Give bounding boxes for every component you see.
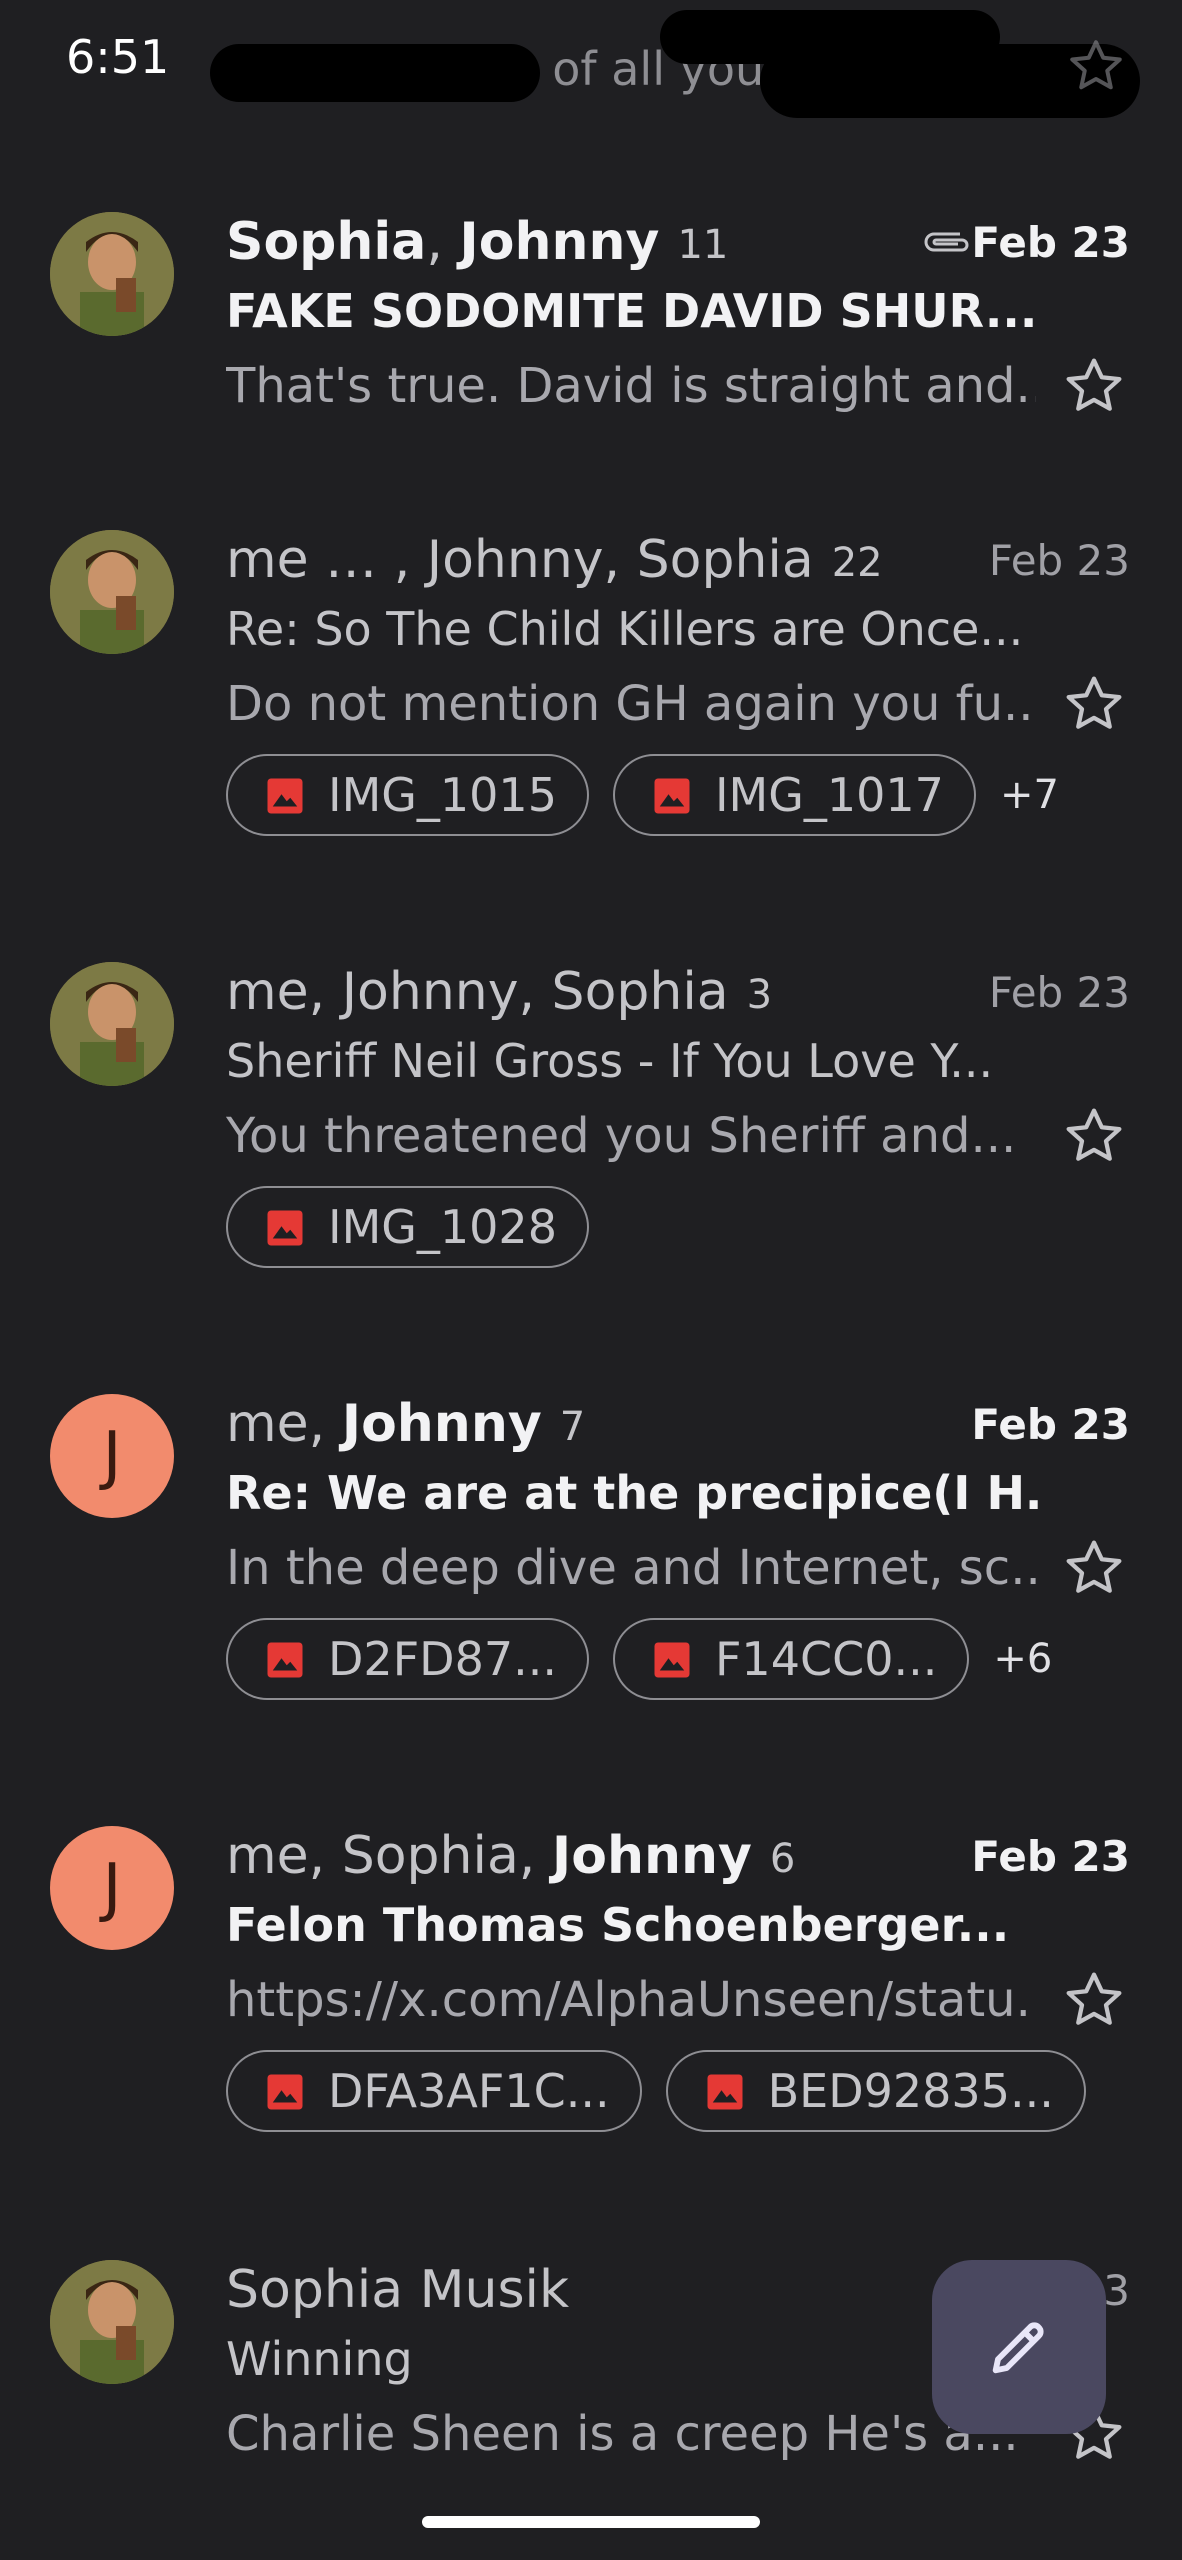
attachment-name: D2FD87... [328, 1632, 557, 1686]
portrait-avatar-image [50, 2260, 174, 2384]
attachment-chips: DFA3AF1C... BED92835... [226, 2050, 1110, 2140]
compose-button[interactable] [932, 2260, 1106, 2434]
attachment-chip[interactable]: IMG_1015 [226, 754, 589, 836]
email-snippet: That's true. David is straight and... [226, 358, 1036, 414]
email-snippet: https://x.com/AlphaUnseen/statu... [226, 1972, 1036, 2028]
email-date: Feb 23 [988, 536, 1130, 585]
attachment-chip[interactable]: BED92835... [665, 2050, 1086, 2132]
attachment-name: BED92835... [767, 2064, 1054, 2118]
thread-count: 7 [559, 1404, 586, 1450]
email-subject: Winning [226, 2332, 413, 2386]
email-date: Feb 23 [971, 1832, 1130, 1881]
more-attachments-count: +7 [999, 772, 1059, 818]
thread-count: 3 [746, 972, 773, 1018]
sender-avatar[interactable]: J [50, 1826, 174, 1950]
sender-name: Johnny [459, 212, 660, 272]
sender-name: Sophia [226, 212, 427, 272]
email-snippet: You threatened you Sheriff and... [226, 1108, 1017, 1164]
attachment-chip[interactable]: D2FD87... [226, 1618, 589, 1700]
sender-avatar[interactable] [50, 2260, 174, 2384]
image-icon [654, 778, 690, 813]
email-date: Feb 23 [971, 218, 1130, 267]
email-snippet: In the deep dive and Internet, sc... [226, 1540, 1036, 1596]
sender-name: me, Johnny, Sophia [226, 962, 729, 1022]
image-icon [654, 1642, 690, 1677]
email-subject: Sheriff Neil Gross - If You Love Y... [226, 1034, 994, 1088]
attachment-chips: D2FD87... F14CC0... +6 [226, 1618, 1052, 1708]
email-snippet: Do not mention GH again you fu... [226, 676, 1036, 732]
image-icon [267, 1642, 303, 1677]
email-subject: Felon Thomas Schoenberger... [226, 1898, 1010, 1952]
email-thread-item[interactable]: Sophia, Johnny 11 Feb 23 FAKE SODOMITE DA… [0, 212, 1182, 502]
email-thread-item[interactable]: J me, Sophia, Johnny 6 Feb 23 Felon Thoma… [0, 1826, 1182, 2176]
attachment-chip[interactable]: IMG_1017 [612, 754, 976, 836]
sender-avatar[interactable] [50, 530, 174, 654]
sender-separator: , [426, 212, 460, 272]
sender-name: Sophia Musik [226, 2260, 570, 2320]
star-icon[interactable] [1062, 672, 1126, 736]
sender-name: Johnny [341, 1394, 542, 1454]
attachment-chip[interactable]: F14CC0... [612, 1618, 970, 1700]
star-icon[interactable] [1062, 1968, 1126, 2032]
attachment-chips: IMG_1028 [226, 1186, 613, 1276]
paperclip-icon [924, 232, 969, 252]
sender-avatar[interactable] [50, 962, 174, 1086]
email-date: Feb 23 [971, 1400, 1130, 1449]
thread-count: 11 [677, 222, 729, 268]
sender-avatar[interactable]: J [50, 1394, 174, 1518]
sender-name: me … , Johnny, Sophia [226, 530, 814, 590]
attachment-name: IMG_1015 [328, 768, 557, 822]
email-snippet: Charlie Sheen is a creep He's a... [226, 2406, 1019, 2462]
email-thread-item[interactable]: me, Johnny, Sophia 3 Feb 23 Sheriff Neil … [0, 962, 1182, 1312]
attachment-chip[interactable]: IMG_1028 [226, 1186, 589, 1268]
email-date: Feb 23 [988, 968, 1130, 1017]
portrait-avatar-image [50, 962, 174, 1086]
portrait-avatar-image [50, 212, 174, 336]
thread-count: 22 [831, 540, 883, 586]
more-attachments-count: +6 [993, 1636, 1053, 1682]
star-icon[interactable] [1066, 36, 1126, 96]
attachment-name: IMG_1028 [328, 1200, 557, 1254]
attachment-chip[interactable]: DFA3AF1C... [226, 2050, 642, 2132]
attachment-name: IMG_1017 [714, 768, 944, 822]
attachment-name: F14CC0... [714, 1632, 938, 1686]
email-subject: FAKE SODOMITE DAVID SHUR... [226, 284, 1038, 338]
pencil-icon [992, 2322, 1044, 2374]
image-icon [267, 778, 303, 813]
portrait-avatar-image [50, 530, 174, 654]
email-thread-item[interactable]: J me, Johnny 7 Feb 23 Re: We are at the p… [0, 1394, 1182, 1744]
star-icon[interactable] [1062, 354, 1126, 418]
image-icon [707, 2074, 743, 2109]
image-icon [267, 2074, 303, 2109]
sender-avatar[interactable] [50, 212, 174, 336]
gesture-navigation-bar[interactable] [422, 2516, 760, 2528]
sender-name: me, [226, 1394, 342, 1454]
status-bar: Leave GH out of all your video b... 6:51 [0, 0, 1182, 130]
star-icon[interactable] [1062, 1104, 1126, 1168]
sender-name: Johnny [551, 1826, 752, 1886]
email-thread-item[interactable]: me … , Johnny, Sophia 22 Feb 23 Re: So Th… [0, 530, 1182, 880]
clock: 6:51 [66, 30, 170, 84]
sender-name: me, Sophia, [226, 1826, 552, 1886]
email-subject: Re: So The Child Killers are Once... [226, 602, 1024, 656]
thread-count: 6 [769, 1836, 796, 1882]
attachment-name: DFA3AF1C... [328, 2064, 610, 2118]
star-icon[interactable] [1062, 1536, 1126, 1600]
email-subject: Re: We are at the precipice(I H... [226, 1466, 1046, 1520]
attachment-chips: IMG_1015 IMG_1017 +7 [226, 754, 1059, 844]
image-icon [267, 1210, 303, 1245]
redaction-mark [210, 44, 540, 102]
